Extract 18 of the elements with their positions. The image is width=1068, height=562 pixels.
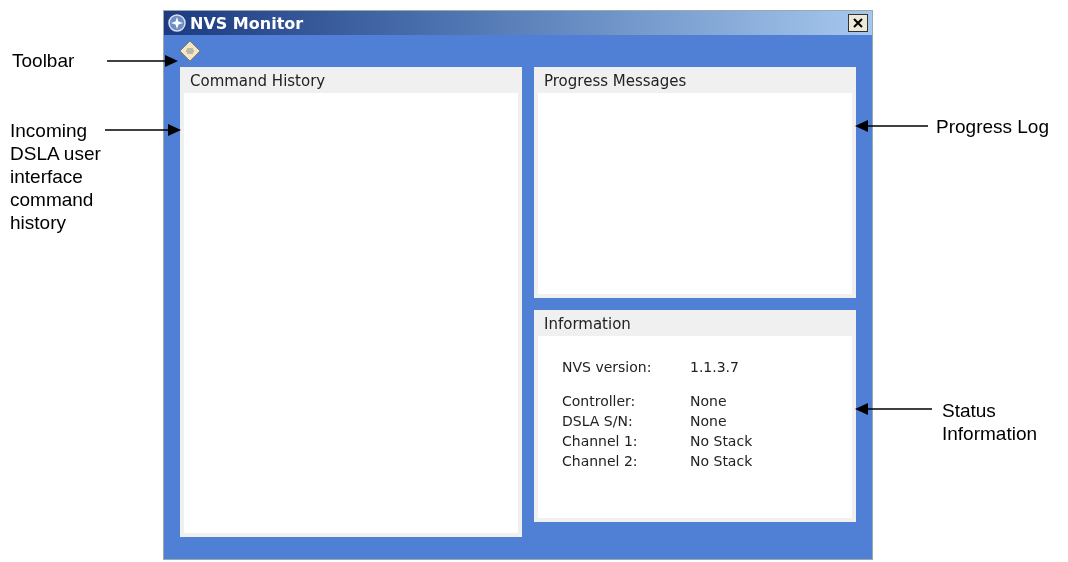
callout-label: Toolbar [12,49,76,72]
info-value: 1.1.3.7 [690,358,740,376]
panel-title: Information [543,314,632,335]
info-value: No Stack [690,452,754,470]
info-label: NVS version: [562,358,653,376]
info-value: None [690,412,728,430]
info-value: No Stack [690,432,754,450]
info-label: DSLA S/N: [562,412,634,430]
panel-title: Progress Messages [543,71,688,92]
info-value: None [690,392,728,410]
window-title: NVS Monitor [190,13,304,33]
info-label: Controller: [562,392,637,410]
callout-label: Status Information [942,399,1039,445]
info-label: Channel 2: [562,452,639,470]
info-label: Channel 1: [562,432,639,450]
callout-label: Progress Log [936,115,1050,138]
panel-title: Command History [189,71,327,92]
callout-label: Incoming DSLA user interface command history [10,119,102,234]
